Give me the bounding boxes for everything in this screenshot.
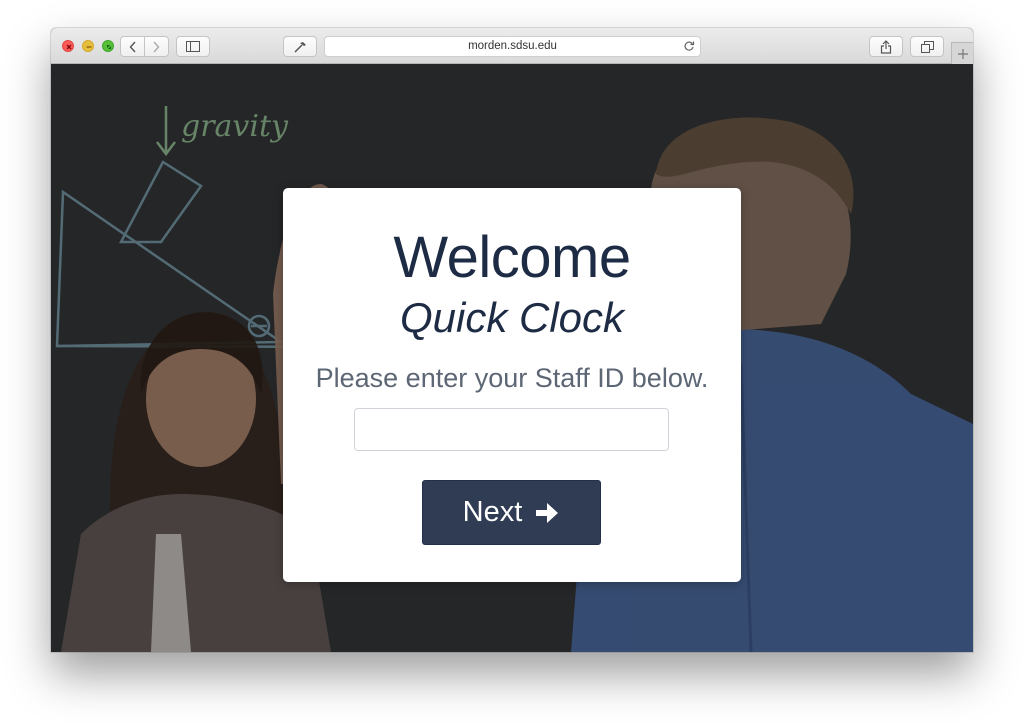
chevron-right-icon <box>153 41 160 52</box>
url-text: morden.sdsu.edu <box>468 40 557 52</box>
reload-icon[interactable] <box>683 40 695 52</box>
share-button[interactable] <box>869 36 903 57</box>
login-card: Welcome Quick Clock Please enter your St… <box>283 188 741 582</box>
hammer-icon <box>294 41 306 53</box>
staff-id-instructions: Please enter your Staff ID below. <box>315 363 709 393</box>
fullscreen-icon <box>107 45 111 49</box>
forward-button[interactable] <box>145 37 168 56</box>
close-icon <box>66 44 72 50</box>
page-viewport: gravity Welcome Quick Clock Please enter… <box>51 64 973 652</box>
developer-tools-button[interactable] <box>283 36 317 57</box>
new-tab-button[interactable] <box>951 42 973 64</box>
back-button[interactable] <box>121 37 144 56</box>
share-icon <box>880 39 892 54</box>
navigation-buttons <box>120 36 169 57</box>
sidebar-toggle-button[interactable] <box>176 36 210 57</box>
tabs-overview-icon <box>920 40 934 53</box>
next-button-label: Next <box>462 496 523 528</box>
fullscreen-window-button[interactable] <box>102 40 114 52</box>
staff-id-input[interactable] <box>354 408 669 451</box>
arrow-right-icon <box>536 502 559 523</box>
app-name: Quick Clock <box>399 294 625 341</box>
minimize-window-button[interactable] <box>82 40 94 52</box>
browser-window: morden.sdsu.edu gravity Welcome Quick Cl… <box>51 28 973 652</box>
browser-toolbar: morden.sdsu.edu <box>51 28 973 64</box>
sidebar-icon <box>186 41 200 52</box>
page-title: Welcome <box>393 225 631 290</box>
address-bar[interactable]: morden.sdsu.edu <box>324 36 701 57</box>
minimize-icon <box>86 46 92 48</box>
plus-icon <box>957 48 968 59</box>
chevron-left-icon <box>129 41 136 52</box>
close-window-button[interactable] <box>62 40 74 52</box>
show-tabs-button[interactable] <box>910 36 944 57</box>
next-button[interactable]: Next <box>422 480 601 545</box>
